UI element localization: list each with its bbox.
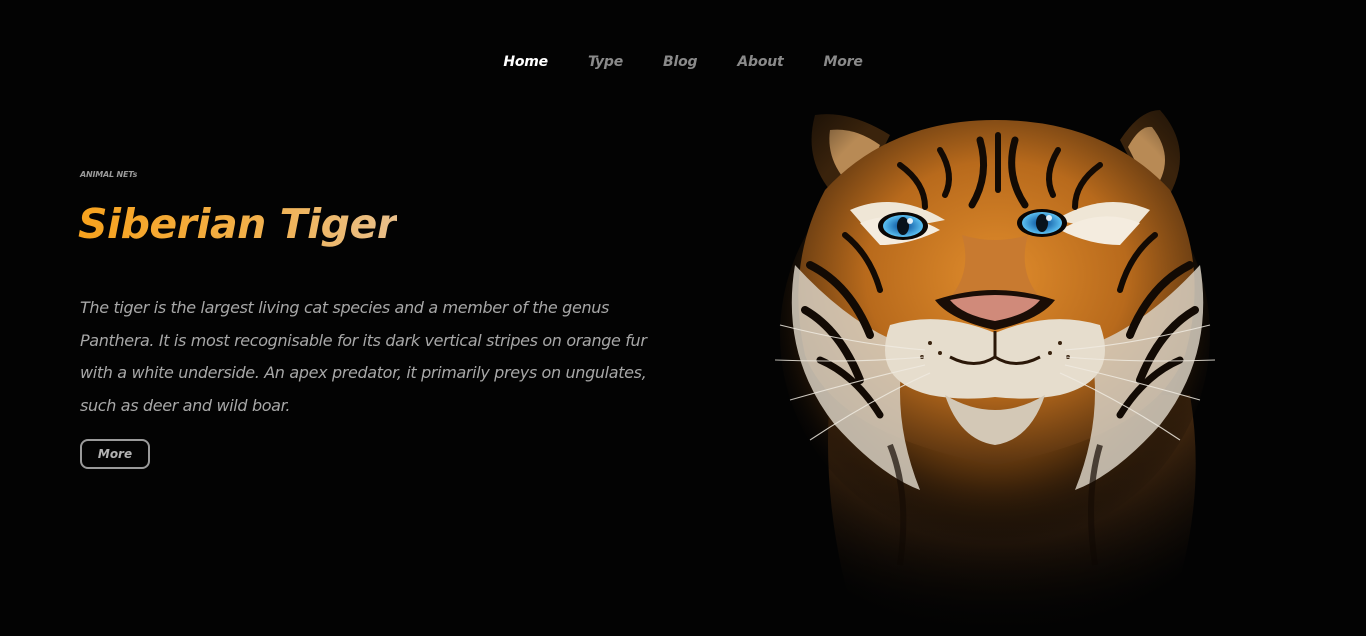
- hero-eyebrow: ANIMAL NETs: [80, 170, 138, 179]
- nav-item-about[interactable]: About: [737, 54, 783, 70]
- hero-description: The tiger is the largest living cat spec…: [80, 298, 647, 415]
- more-button[interactable]: More: [80, 439, 150, 469]
- hero-title: Siberian Tiger: [78, 200, 397, 248]
- nav-item-blog[interactable]: Blog: [663, 54, 698, 70]
- tiger-portrait-image: [740, 95, 1260, 636]
- nav-item-type[interactable]: Type: [588, 54, 623, 70]
- nav-item-more[interactable]: More: [824, 54, 863, 70]
- main-nav: Home Type Blog About More: [0, 50, 1366, 74]
- nav-item-home[interactable]: Home: [503, 54, 548, 70]
